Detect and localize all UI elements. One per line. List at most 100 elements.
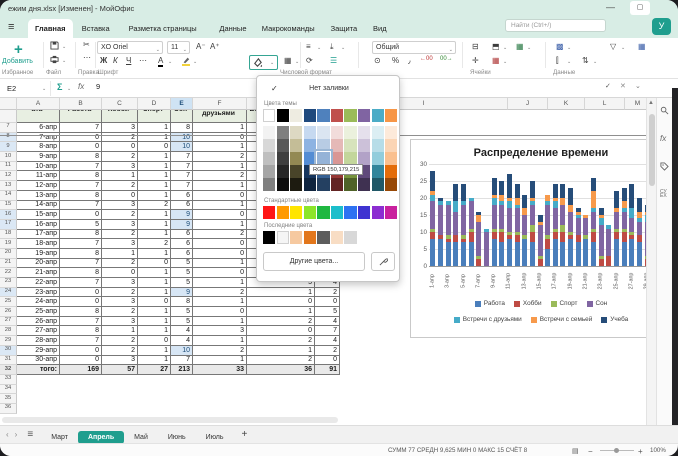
cell[interactable]: 8	[60, 152, 102, 162]
cell[interactable]: 24-апр	[17, 297, 60, 307]
cell[interactable]: 5	[171, 259, 193, 269]
cell[interactable]: 0	[60, 142, 102, 152]
standard-color-swatch[interactable]	[317, 206, 329, 219]
cell[interactable]: 4	[171, 336, 193, 346]
cell[interactable]: 8	[60, 307, 102, 317]
cell[interactable]: 0	[60, 346, 102, 356]
column-header-F[interactable]: F	[193, 98, 247, 110]
tint-color-swatch[interactable]	[317, 139, 329, 152]
cell[interactable]: 1	[247, 288, 315, 298]
sort-icon[interactable]: ⇅	[582, 56, 589, 65]
row-header-22[interactable]: 22	[0, 268, 17, 278]
fill-color-dropdown-arrow[interactable]: ⌄	[270, 60, 274, 66]
vertical-align-icon[interactable]: ⤓	[330, 42, 334, 52]
cell[interactable]: 28-апр	[17, 336, 60, 346]
increase-font-icon[interactable]: A⁺	[210, 42, 220, 51]
tint-color-swatch[interactable]	[263, 178, 275, 191]
cell[interactable]: 1	[138, 346, 171, 356]
cell[interactable]: 7	[171, 152, 193, 162]
cell[interactable]: 1	[138, 356, 171, 366]
zoom-out-icon[interactable]: −	[588, 447, 593, 456]
cell[interactable]: 0	[138, 259, 171, 269]
prev-sheet-icon[interactable]: ‹	[6, 430, 9, 439]
cell[interactable]: 5	[171, 307, 193, 317]
cell[interactable]: 1	[193, 317, 247, 327]
table-style-icon[interactable]: ▦	[638, 42, 646, 51]
cell[interactable]: 7	[60, 201, 102, 211]
theme-color-swatch[interactable]	[263, 109, 275, 122]
cell[interactable]: 3	[102, 278, 138, 288]
comma-icon[interactable]: ٫	[408, 56, 411, 65]
add-button[interactable]: Добавить	[2, 58, 33, 65]
decrease-font-icon[interactable]: A⁻	[196, 42, 206, 51]
cell[interactable]: 9	[171, 210, 193, 220]
cell[interactable]: 1	[138, 191, 171, 201]
standard-color-swatch[interactable]	[385, 206, 397, 219]
standard-color-swatch[interactable]	[263, 206, 275, 219]
cell[interactable]: 7	[171, 181, 193, 191]
font-color-icon[interactable]: А	[158, 56, 163, 67]
cell[interactable]: 15-апр	[17, 210, 60, 220]
cell[interactable]: 0	[193, 191, 247, 201]
cell[interactable]: 0	[102, 191, 138, 201]
cell[interactable]: 4	[315, 336, 340, 346]
cell[interactable]: 2	[138, 201, 171, 211]
tint-color-swatch[interactable]	[263, 152, 275, 165]
row-header-16[interactable]: 16	[0, 210, 17, 220]
cell[interactable]: 2	[247, 356, 315, 366]
cell[interactable]: 8	[60, 191, 102, 201]
cell[interactable]: 3	[102, 201, 138, 211]
recent-color-swatch[interactable]	[331, 231, 343, 244]
row-header-33[interactable]: 33	[0, 375, 17, 385]
tint-color-swatch[interactable]	[385, 165, 397, 178]
user-avatar[interactable]: У	[652, 18, 671, 35]
cell[interactable]: 1	[193, 201, 247, 211]
cell[interactable]: 7	[60, 317, 102, 327]
highlight-color-icon[interactable]	[182, 56, 190, 66]
cell[interactable]: 5	[171, 317, 193, 327]
cell[interactable]: 2	[193, 346, 247, 356]
cell[interactable]: 1	[138, 210, 171, 220]
cell[interactable]: 1	[138, 152, 171, 162]
cell[interactable]: 8	[60, 230, 102, 240]
cell[interactable]: 6	[171, 191, 193, 201]
cell[interactable]: 2	[102, 259, 138, 269]
cell[interactable]: 10	[171, 346, 193, 356]
tint-color-swatch[interactable]	[372, 178, 384, 191]
tint-color-swatch[interactable]	[344, 139, 356, 152]
row-header-24[interactable]: 24	[0, 288, 17, 298]
tint-color-swatch[interactable]	[304, 139, 316, 152]
cell[interactable]: 1	[138, 268, 171, 278]
menu-tab-Вставка[interactable]: Вставка	[75, 19, 117, 38]
row-header-13[interactable]: 13	[0, 181, 17, 191]
standard-color-swatch[interactable]	[331, 206, 343, 219]
cell[interactable]: 7	[60, 278, 102, 288]
column-header-K[interactable]: K	[548, 98, 585, 110]
vertical-scroll-thumb[interactable]	[649, 114, 655, 186]
no-fill-option[interactable]: ✓ Нет заливки	[261, 80, 397, 97]
bold-icon[interactable]: Ж	[100, 56, 107, 65]
horizontal-scrollbar[interactable]	[2, 417, 338, 423]
cell[interactable]: 5	[171, 268, 193, 278]
row-header-12[interactable]: 12	[0, 171, 17, 181]
cell[interactable]: 3	[102, 123, 138, 133]
confirm-entry-icon[interactable]: ✓	[605, 82, 611, 90]
cell[interactable]: 1	[138, 162, 171, 172]
theme-color-swatch[interactable]	[317, 109, 329, 122]
sheet-tab-Июнь[interactable]: Июнь	[158, 431, 196, 444]
column-header-C[interactable]: C	[102, 98, 138, 110]
sheet-tab-Май[interactable]: Май	[124, 431, 158, 444]
minimize-button[interactable]: —	[606, 2, 615, 12]
merge-cells-icon[interactable]: ⊟	[472, 42, 479, 51]
row-header-31[interactable]: 31	[0, 356, 17, 366]
row-header-14[interactable]: 14	[0, 191, 17, 201]
maximize-button[interactable]: ▢	[630, 1, 650, 15]
cell[interactable]: 0	[138, 142, 171, 152]
delete-row-icon[interactable]: ▦	[492, 56, 500, 65]
add-icon[interactable]: +	[14, 41, 23, 58]
tint-color-swatch[interactable]	[277, 152, 289, 165]
theme-color-swatch[interactable]	[304, 109, 316, 122]
cell[interactable]: 21-апр	[17, 268, 60, 278]
add-sheet-button[interactable]: +	[242, 429, 248, 440]
cell[interactable]: 1	[193, 162, 247, 172]
